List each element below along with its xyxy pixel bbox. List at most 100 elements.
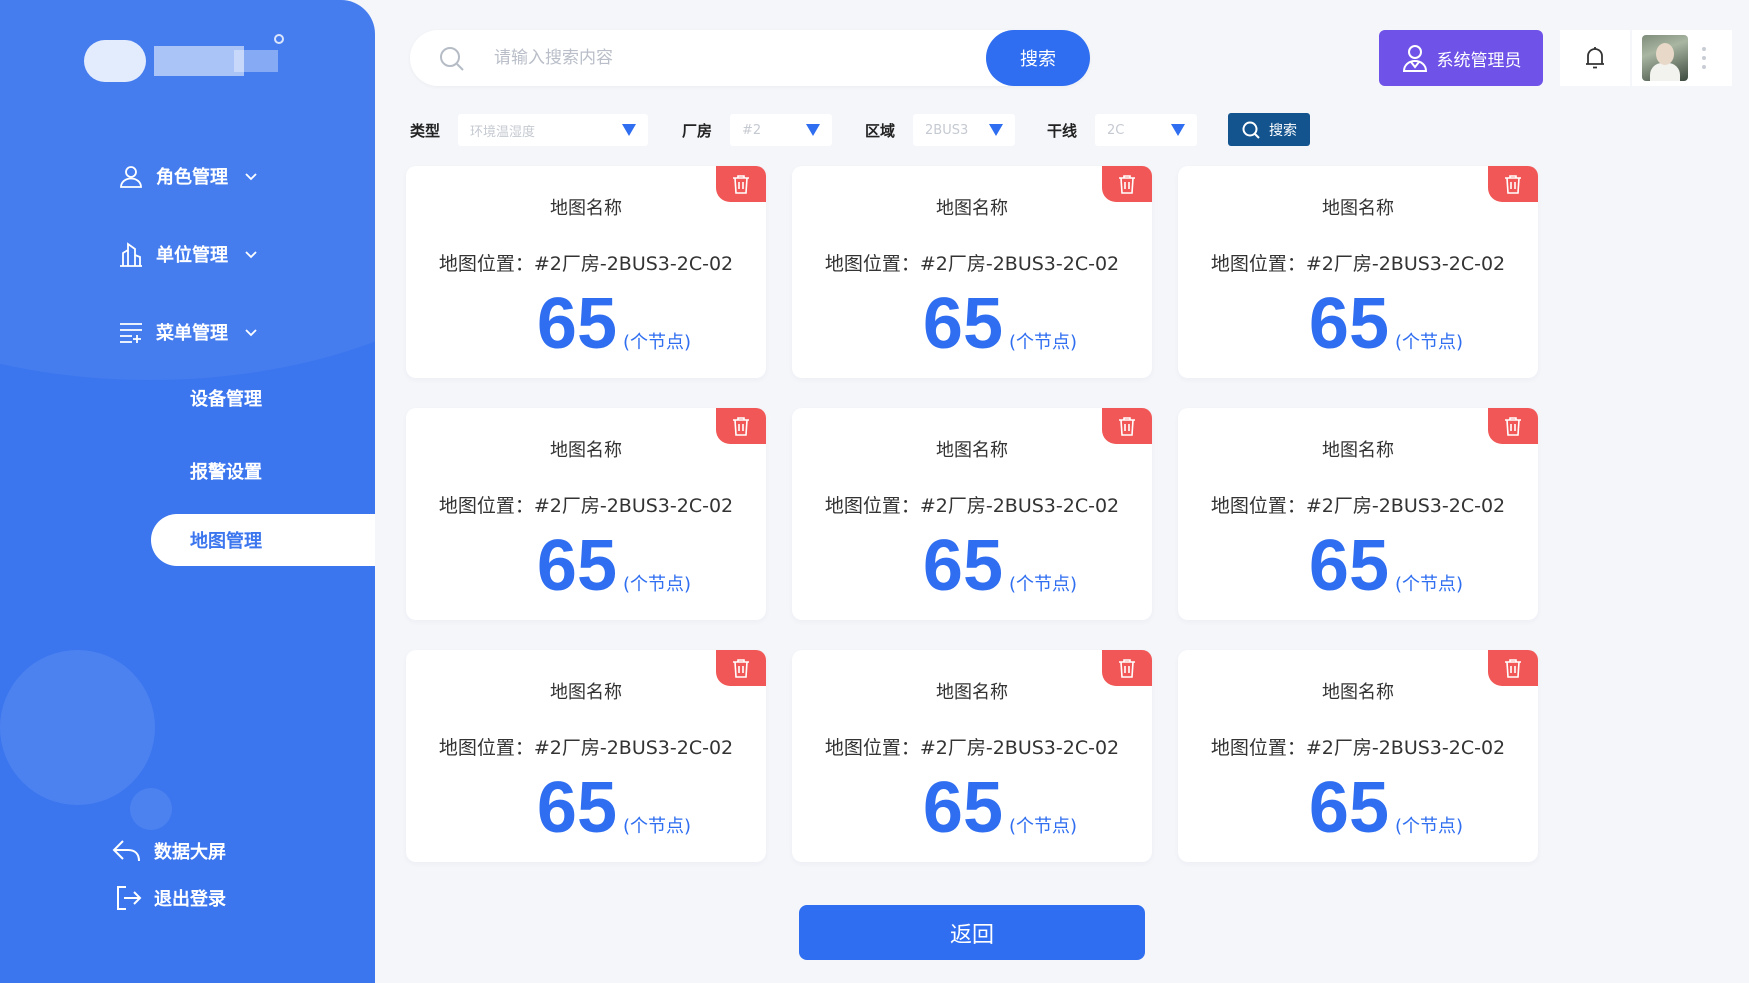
trash-icon	[1505, 175, 1521, 194]
building-icon	[120, 242, 142, 267]
chevron-down-icon	[245, 329, 257, 337]
back-button[interactable]: 返回	[799, 905, 1145, 960]
chevron-down-icon	[245, 251, 257, 259]
node-count-value: 65	[1308, 284, 1390, 364]
node-count-value: 65	[536, 768, 618, 848]
global-search: 搜索	[410, 30, 1090, 86]
node-count: 65 (个节点)	[406, 768, 766, 848]
filter-search-button[interactable]: 搜索	[1228, 113, 1310, 146]
sidebar: 角色管理 单位管理 菜单管理 设备管理 报警设置 地图管理 数据大屏 退出登录	[0, 0, 375, 983]
filter-factory-label: 厂房	[682, 122, 713, 140]
node-count: 65 (个节点)	[792, 768, 1152, 848]
map-name: 地图名称	[936, 682, 1008, 703]
admin-user-button[interactable]: 系统管理员	[1379, 30, 1543, 86]
filter-type-select[interactable]: 环境温湿度	[458, 114, 648, 146]
sidebar-item-label: 单位管理	[156, 245, 228, 266]
node-count-unit: (个节点)	[623, 574, 692, 595]
data-screen-link[interactable]: 数据大屏	[112, 837, 226, 865]
map-location: 地图位置：#2厂房-2BUS3-2C-02	[824, 253, 1120, 275]
sidebar-item-role-management[interactable]: 角色管理	[118, 163, 258, 189]
node-count-unit: (个节点)	[1009, 816, 1078, 837]
map-card[interactable]: 地图名称 地图位置：#2厂房-2BUS3-2C-02 65 (个节点)	[406, 166, 766, 378]
sidebar-item-label: 菜单管理	[156, 323, 228, 344]
node-count-unit: (个节点)	[1395, 816, 1464, 837]
sidebar-decoration	[0, 650, 155, 805]
user-icon	[120, 166, 142, 188]
node-count-value: 65	[922, 284, 1004, 364]
sidebar-item-label: 角色管理	[156, 167, 228, 188]
sidebar-item-label: 地图管理	[190, 531, 262, 552]
map-location: 地图位置：#2厂房-2BUS3-2C-02	[1210, 495, 1506, 517]
sidebar-item-menu-management[interactable]: 菜单管理	[118, 319, 258, 345]
caret-down-icon	[989, 124, 1003, 136]
search-button[interactable]: 搜索	[986, 30, 1090, 86]
avatar[interactable]	[1642, 35, 1688, 81]
map-name: 地图名称	[550, 198, 622, 219]
map-name: 地图名称	[1322, 682, 1394, 703]
filter-factory-value: #2	[742, 122, 762, 138]
map-card[interactable]: 地图名称 地图位置：#2厂房-2BUS3-2C-02 65 (个节点)	[1178, 166, 1538, 378]
map-card[interactable]: 地图名称 地图位置：#2厂房-2BUS3-2C-02 65 (个节点)	[792, 166, 1152, 378]
sidebar-subitem-alarm-settings[interactable]: 报警设置	[190, 458, 262, 484]
filter-factory-select[interactable]: #2	[730, 114, 832, 146]
node-count-value: 65	[536, 284, 618, 364]
node-count-unit: (个节点)	[1395, 332, 1464, 353]
map-card[interactable]: 地图名称 地图位置：#2厂房-2BUS3-2C-02 65 (个节点)	[406, 408, 766, 620]
bell-icon	[1586, 47, 1604, 69]
trash-icon	[733, 659, 749, 678]
trash-icon	[733, 417, 749, 436]
trash-icon	[1119, 417, 1135, 436]
filter-area-value: 2BUS3	[925, 122, 969, 138]
node-count: 65 (个节点)	[792, 284, 1152, 364]
map-location: 地图位置：#2厂房-2BUS3-2C-02	[438, 253, 734, 275]
search-icon	[1242, 121, 1260, 139]
back-arrow-icon	[112, 840, 140, 862]
more-options-icon[interactable]	[1702, 47, 1706, 69]
sidebar-decoration	[130, 788, 172, 830]
node-count-unit: (个节点)	[1395, 574, 1464, 595]
filter-type-label: 类型	[410, 122, 441, 140]
sidebar-item-label: 报警设置	[190, 462, 262, 483]
map-name: 地图名称	[1322, 198, 1394, 219]
filter-trunk-select[interactable]: 2C	[1095, 114, 1197, 146]
map-name: 地图名称	[936, 198, 1008, 219]
trash-icon	[733, 175, 749, 194]
map-name: 地图名称	[550, 682, 622, 703]
node-count: 65 (个节点)	[1178, 284, 1538, 364]
node-count: 65 (个节点)	[1178, 768, 1538, 848]
notification-button[interactable]	[1560, 30, 1630, 86]
user-area	[1632, 30, 1732, 86]
trash-icon	[1119, 175, 1135, 194]
filter-trunk-value: 2C	[1107, 122, 1125, 138]
filter-trunk-label: 干线	[1047, 122, 1078, 140]
map-card[interactable]: 地图名称 地图位置：#2厂房-2BUS3-2C-02 65 (个节点)	[1178, 650, 1538, 862]
map-name: 地图名称	[1322, 440, 1394, 461]
map-card[interactable]: 地图名称 地图位置：#2厂房-2BUS3-2C-02 65 (个节点)	[792, 408, 1152, 620]
search-input[interactable]	[494, 40, 974, 76]
sidebar-subitem-device-management[interactable]: 设备管理	[190, 385, 262, 411]
trash-icon	[1505, 417, 1521, 436]
caret-down-icon	[622, 124, 636, 136]
filter-area-select[interactable]: 2BUS3	[913, 114, 1015, 146]
logo	[84, 32, 284, 84]
map-name: 地图名称	[550, 440, 622, 461]
filter-area-label: 区域	[865, 122, 896, 140]
map-card[interactable]: 地图名称 地图位置：#2厂房-2BUS3-2C-02 65 (个节点)	[1178, 408, 1538, 620]
node-count: 65 (个节点)	[406, 284, 766, 364]
trash-icon	[1505, 659, 1521, 678]
node-count-unit: (个节点)	[1009, 332, 1078, 353]
user-icon	[1402, 45, 1427, 72]
sidebar-subitem-map-management[interactable]: 地图管理	[151, 514, 375, 566]
node-count: 65 (个节点)	[1178, 526, 1538, 606]
node-count-value: 65	[922, 526, 1004, 606]
admin-label: 系统管理员	[1436, 50, 1522, 71]
caret-down-icon	[806, 124, 820, 136]
sidebar-item-unit-management[interactable]: 单位管理	[118, 241, 258, 267]
map-card[interactable]: 地图名称 地图位置：#2厂房-2BUS3-2C-02 65 (个节点)	[792, 650, 1152, 862]
node-count-unit: (个节点)	[1009, 574, 1078, 595]
map-location: 地图位置：#2厂房-2BUS3-2C-02	[824, 737, 1120, 759]
logout-button[interactable]: 退出登录	[112, 884, 226, 912]
map-card[interactable]: 地图名称 地图位置：#2厂房-2BUS3-2C-02 65 (个节点)	[406, 650, 766, 862]
node-count-unit: (个节点)	[623, 816, 692, 837]
node-count-unit: (个节点)	[623, 332, 692, 353]
